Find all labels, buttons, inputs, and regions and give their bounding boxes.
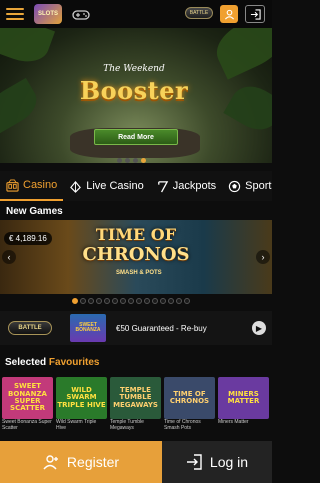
tab-sports[interactable]: Sports (222, 171, 272, 201)
fav-title-prefix: Selected (5, 357, 47, 368)
carousel-dot[interactable] (125, 158, 130, 163)
carousel-dot[interactable] (120, 298, 126, 304)
hero-carousel-dots[interactable] (117, 158, 146, 163)
carousel-dot[interactable] (128, 298, 134, 304)
battle-logo: BATTLE (8, 321, 52, 335)
carousel-dot-active[interactable] (141, 158, 146, 163)
carousel-dot[interactable] (104, 298, 110, 304)
chevron-left-icon[interactable]: ‹ (2, 250, 16, 264)
tab-live-casino[interactable]: Live Casino (63, 171, 149, 201)
live-casino-icon (69, 180, 82, 193)
carousel-dot[interactable] (80, 298, 86, 304)
login-button[interactable]: Log in (162, 441, 272, 483)
jackpot-amount: € 4,189.16 (4, 232, 52, 245)
tab-label: Jackpots (172, 180, 217, 192)
login-icon[interactable] (245, 5, 265, 23)
carousel-dot[interactable] (136, 298, 142, 304)
tab-label: Sports (245, 180, 272, 192)
register-label: Register (66, 454, 120, 470)
bottom-bar: Register Log in (0, 441, 272, 483)
game-thumbnail: SWEET BONANZA SUPER SCATTER (2, 377, 53, 419)
game-thumbnail: MINERS MATTER (218, 377, 269, 419)
carousel-dot[interactable] (88, 298, 94, 304)
game-tile[interactable]: TIME OF CHRONOS Time of Chronos Smash Po… (164, 377, 215, 431)
register-button[interactable]: Register (0, 441, 162, 483)
read-more-button[interactable]: Read More (94, 129, 178, 145)
login-label: Log in (209, 454, 249, 470)
game-tile[interactable]: TEMPLE TUMBLE MEGAWAYS Temple Tumble Meg… (110, 377, 161, 431)
carousel-dot[interactable] (160, 298, 166, 304)
carousel-dot[interactable] (112, 298, 118, 304)
game-tile[interactable]: WILD SWARM TRIPLE HIVE Wild Swarm Triple… (56, 377, 107, 431)
carousel-dot-active[interactable] (72, 298, 78, 304)
game-thumbnail: TEMPLE TUMBLE MEGAWAYS (110, 377, 161, 419)
carousel-dot[interactable] (144, 298, 150, 304)
section-title-new-games: New Games (6, 206, 63, 217)
add-user-icon (43, 455, 58, 470)
play-icon[interactable]: ▶ (252, 321, 266, 335)
game-name: Wild Swarm Triple Hive (56, 419, 97, 431)
game-name: Miners Matter (218, 419, 249, 425)
sports-icon (228, 180, 241, 193)
tab-label: Casino (23, 179, 58, 191)
category-tabs: Casino Live Casino Jackpots Sports (0, 171, 272, 201)
battle-badge[interactable]: BATTLE (185, 7, 213, 19)
login-icon (186, 454, 202, 470)
chevron-right-icon[interactable]: › (256, 250, 270, 264)
jackpots-icon (156, 180, 169, 193)
banner-title-line1: TIME OF (95, 225, 177, 244)
carousel-dot[interactable] (96, 298, 102, 304)
carousel-dot[interactable] (152, 298, 158, 304)
carousel-dot[interactable] (176, 298, 182, 304)
carousel-dot[interactable] (117, 158, 122, 163)
game-name: Temple Tumble Megaways (110, 419, 144, 431)
tab-jackpots[interactable]: Jackpots (150, 171, 222, 201)
hero-title: Booster (79, 76, 189, 105)
game-thumbnail: TIME OF CHRONOS (164, 377, 215, 419)
section-title-favourites: Selected Favourites (5, 357, 100, 368)
favourites-list: SWEET BONANZA SUPER SCATTER Sweet Bonanz… (2, 377, 269, 431)
game-thumbnail: WILD SWARM TRIPLE HIVE (56, 377, 107, 419)
fav-title-highlight: Favourites (48, 357, 100, 368)
casino-icon (6, 178, 19, 192)
gamepad-icon[interactable] (72, 8, 90, 20)
promo-thumbnail: SWEET BONANZA (70, 314, 106, 342)
site-logo[interactable]: SLOTS (34, 4, 62, 24)
banner-subtitle: SMASH & POTS (116, 270, 162, 276)
game-tile[interactable]: SWEET BONANZA SUPER SCATTER Sweet Bonanz… (2, 377, 53, 431)
game-name: Time of Chronos Smash Pots (164, 419, 201, 431)
menu-icon[interactable] (6, 8, 24, 20)
promo-text: €50 Guaranteed - Re-buy (116, 323, 207, 333)
banner-title-line2: CHRONOS (82, 244, 190, 265)
new-game-banner[interactable]: € 4,189.16 TIME OF CHRONOS SMASH & POTS … (0, 220, 272, 294)
user-icon[interactable] (220, 5, 238, 23)
new-games-carousel-dots[interactable] (72, 298, 190, 304)
tab-label: Live Casino (86, 180, 144, 192)
game-tile[interactable]: MINERS MATTER Miners Matter (218, 377, 269, 431)
promo-row[interactable]: BATTLE SWEET BONANZA €50 Guaranteed - Re… (0, 311, 272, 345)
tab-casino[interactable]: Casino (0, 171, 64, 201)
carousel-dot[interactable] (184, 298, 190, 304)
top-header: SLOTS BATTLE (0, 0, 272, 28)
game-name: Sweet Bonanza Super Scatter (2, 419, 52, 431)
carousel-dot[interactable] (133, 158, 138, 163)
hero-tagline: The Weekend (103, 64, 165, 74)
hero-sign: The Weekend Booster (64, 64, 204, 124)
carousel-dot[interactable] (168, 298, 174, 304)
